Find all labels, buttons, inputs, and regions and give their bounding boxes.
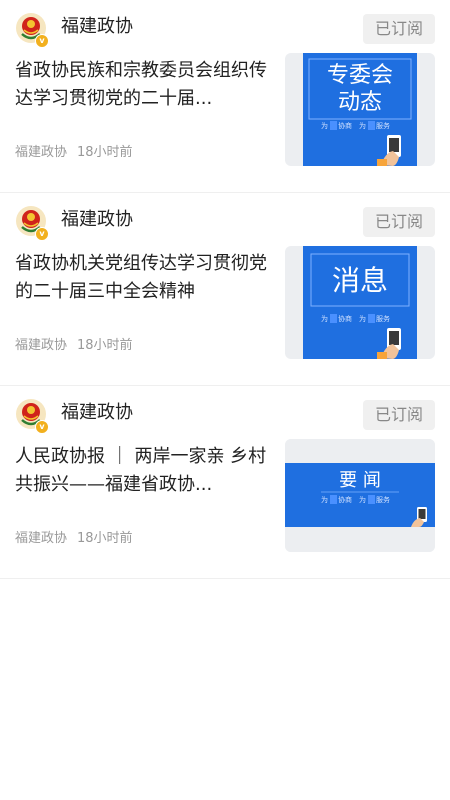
thumb-line1: 专委会: [327, 63, 393, 88]
verified-badge-icon: v: [35, 34, 49, 48]
article-thumbnail[interactable]: 要 闻 为 协商 为 服务: [285, 439, 435, 552]
article-author: 福建政协: [15, 531, 68, 546]
subscribed-button[interactable]: 已订阅: [363, 14, 435, 44]
feed-item[interactable]: v 福建政协 已订阅 省政协民族和宗教委员会组织传达学习贯彻党的二十届... 福…: [0, 0, 450, 193]
thumb-tag-square: [368, 495, 375, 504]
thumb-tag-square: [330, 121, 337, 130]
article-meta: 福建政协 18小时前: [15, 144, 133, 162]
feed-item[interactable]: v 福建政协 已订阅 省政协机关党组传达学习贯彻党的二十届三中全会精神 福建政协…: [0, 193, 450, 386]
article-time: 18小时前: [77, 531, 133, 546]
article-author: 福建政协: [15, 338, 68, 353]
article-thumbnail[interactable]: 专委会 动态 为 协商 为 服务: [285, 53, 435, 166]
article-thumbnail[interactable]: 消息 为 协商 为 服务: [285, 246, 435, 359]
avatar[interactable]: v: [15, 398, 49, 434]
article-title[interactable]: 省政协机关党组传达学习贯彻党的二十届三中全会精神: [15, 250, 271, 306]
thumb-tag1b: 协商: [338, 495, 352, 504]
thumb-tag-square: [330, 495, 337, 504]
thumb-tag-square: [368, 121, 375, 130]
verified-badge-icon: v: [35, 227, 49, 241]
subscribed-button[interactable]: 已订阅: [363, 207, 435, 237]
avatar[interactable]: v: [15, 205, 49, 241]
thumb-tag2b: 服务: [376, 121, 390, 130]
article-time: 18小时前: [77, 145, 133, 160]
thumb-tag-square: [368, 314, 375, 323]
source-name[interactable]: 福建政协: [61, 15, 133, 39]
avatar[interactable]: v: [15, 12, 49, 48]
thumb-tag2b: 服务: [376, 495, 390, 504]
article-meta: 福建政协 18小时前: [15, 530, 133, 548]
article-meta: 福建政协 18小时前: [15, 337, 133, 355]
thumb-tag2: 为: [359, 121, 366, 130]
thumb-tag1b: 协商: [338, 121, 352, 130]
thumb-tag2b: 服务: [376, 314, 390, 323]
article-title[interactable]: 省政协民族和宗教委员会组织传达学习贯彻党的二十届...: [15, 57, 271, 113]
verified-badge-icon: v: [35, 420, 49, 434]
thumb-headline: 消息: [332, 264, 388, 297]
thumb-tag-square: [330, 314, 337, 323]
thumb-tag2: 为: [359, 495, 366, 504]
feed-item[interactable]: v 福建政协 已订阅 人民政协报 ｜ 两岸一家亲 乡村共振兴——福建省政协...…: [0, 386, 450, 579]
feed-list: v 福建政协 已订阅 省政协民族和宗教委员会组织传达学习贯彻党的二十届... 福…: [0, 0, 450, 579]
source-name[interactable]: 福建政协: [61, 401, 133, 425]
article-title[interactable]: 人民政协报 ｜ 两岸一家亲 乡村共振兴——福建省政协...: [15, 443, 271, 499]
thumb-line2: 动态: [338, 90, 382, 115]
thumb-tag2: 为: [359, 314, 366, 323]
thumb-headline: 要 闻: [339, 470, 381, 491]
thumb-tag1: 为: [321, 121, 328, 130]
thumb-tag1b: 协商: [338, 314, 352, 323]
thumb-tag1: 为: [321, 314, 328, 323]
article-time: 18小时前: [77, 338, 133, 353]
feed-item-header: v 福建政协 已订阅: [15, 202, 435, 241]
subscribed-button[interactable]: 已订阅: [363, 400, 435, 430]
source-name[interactable]: 福建政协: [61, 208, 133, 232]
feed-item-header: v 福建政协 已订阅: [15, 9, 435, 48]
article-author: 福建政协: [15, 145, 68, 160]
thumb-tag1: 为: [321, 495, 328, 504]
feed-item-header: v 福建政协 已订阅: [15, 395, 435, 434]
